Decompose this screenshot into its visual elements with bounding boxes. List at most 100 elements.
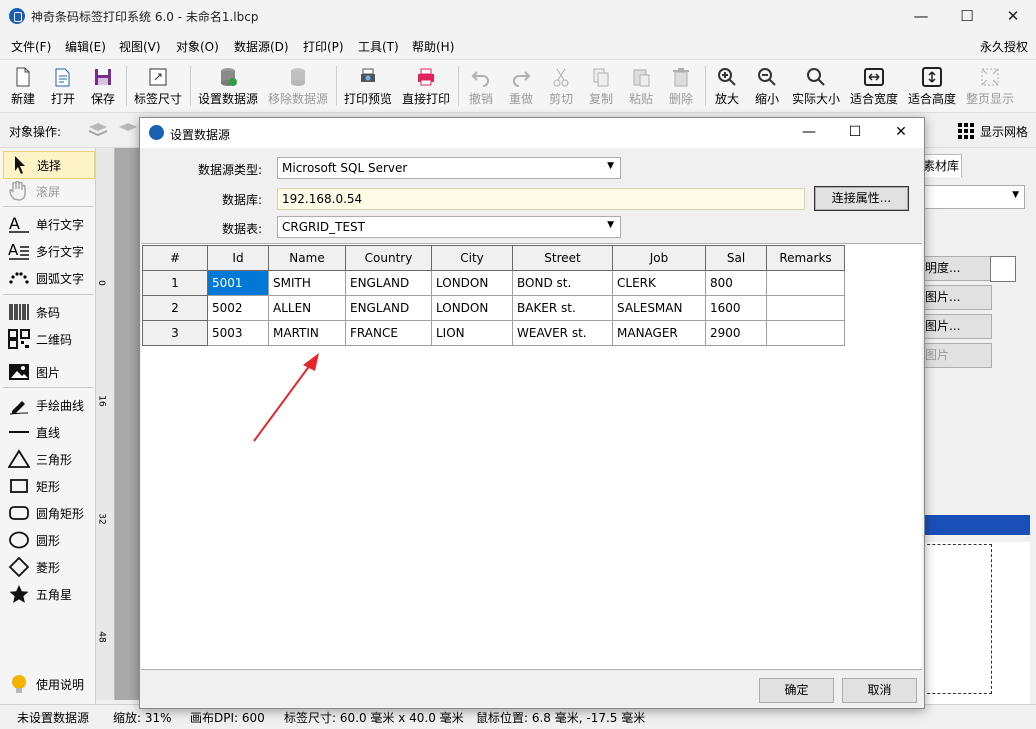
table-cell[interactable]: [766, 270, 845, 296]
table-cell[interactable]: FRANCE: [345, 320, 432, 346]
menu-help[interactable]: 帮助(H): [412, 38, 454, 55]
fit-height-button[interactable]: 适合高度: [905, 64, 959, 110]
tool-qrcode[interactable]: 二维码: [3, 326, 93, 352]
menu-print[interactable]: 打印(P): [303, 38, 344, 55]
menu-tools[interactable]: 工具(T): [358, 38, 399, 55]
tool-line[interactable]: 直线: [3, 419, 93, 445]
copy-button[interactable]: 复制: [584, 64, 618, 110]
row-number[interactable]: 2: [142, 295, 208, 321]
column-header[interactable]: Remarks: [766, 245, 845, 271]
table-cell[interactable]: 5001: [207, 270, 269, 296]
table-cell[interactable]: BAKER st.: [512, 295, 613, 321]
delete-button[interactable]: 删除: [664, 64, 698, 110]
menu-edit[interactable]: 编辑(E): [65, 38, 106, 55]
tool-star[interactable]: 五角星: [3, 581, 93, 607]
table-cell[interactable]: 5003: [207, 320, 269, 346]
table-cell[interactable]: ALLEN: [268, 295, 346, 321]
table-cell[interactable]: 5002: [207, 295, 269, 321]
redo-button[interactable]: 重做: [504, 64, 538, 110]
tool-rectangle[interactable]: 矩形: [3, 473, 93, 499]
table-cell[interactable]: [766, 320, 845, 346]
right-combo[interactable]: ▼: [922, 185, 1025, 209]
maximize-button[interactable]: ☐: [944, 0, 990, 33]
column-header[interactable]: #: [142, 245, 208, 271]
table-cell[interactable]: LONDON: [431, 270, 513, 296]
image-button-3[interactable]: 图片: [922, 343, 992, 368]
actual-size-button[interactable]: 实际大小: [789, 64, 843, 110]
table-row[interactable]: 1 5001 SMITH ENGLAND LONDON BOND st. CLE…: [142, 270, 845, 296]
color-swatch[interactable]: [990, 256, 1016, 282]
table-row[interactable]: 2 5002 ALLEN ENGLAND LONDON BAKER st. SA…: [142, 295, 845, 321]
column-header[interactable]: Name: [268, 245, 346, 271]
table-cell[interactable]: LION: [431, 320, 513, 346]
table-cell[interactable]: LONDON: [431, 295, 513, 321]
tool-single-text[interactable]: A 单行文字: [3, 211, 93, 237]
tool-scroll[interactable]: 滚屏: [3, 178, 93, 204]
table-cell[interactable]: MANAGER: [612, 320, 706, 346]
tool-arc-text[interactable]: 圆弧文字: [3, 265, 93, 291]
design-canvas[interactable]: [115, 148, 140, 700]
column-header[interactable]: Sal: [705, 245, 767, 271]
image-button-2[interactable]: 图片...: [922, 314, 992, 339]
minimize-button[interactable]: —: [898, 0, 944, 33]
tool-circle[interactable]: 圆形: [3, 527, 93, 553]
table-cell[interactable]: ENGLAND: [345, 295, 432, 321]
tool-freehand[interactable]: 手绘曲线: [3, 392, 93, 418]
ok-button[interactable]: 确定: [759, 678, 834, 703]
fit-page-button[interactable]: 整页显示: [963, 64, 1017, 110]
menu-view[interactable]: 视图(V): [119, 38, 161, 55]
database-field[interactable]: 192.168.0.54: [277, 188, 805, 210]
table-cell[interactable]: [766, 295, 845, 321]
cancel-button[interactable]: 取消: [842, 678, 917, 703]
column-header[interactable]: City: [431, 245, 513, 271]
table-cell[interactable]: SMITH: [268, 270, 346, 296]
license-link[interactable]: 永久授权: [980, 38, 1028, 55]
table-cell[interactable]: SALESMAN: [612, 295, 706, 321]
cut-button[interactable]: 剪切: [544, 64, 578, 110]
tool-multi-text[interactable]: A 多行文字: [3, 238, 93, 264]
table-cell[interactable]: WEAVER st.: [512, 320, 613, 346]
table-cell[interactable]: 1600: [705, 295, 767, 321]
table-row[interactable]: 3 5003 MARTIN FRANCE LION WEAVER st. MAN…: [142, 320, 845, 346]
save-button[interactable]: 保存: [88, 64, 118, 110]
layers-icon[interactable]: [117, 120, 139, 140]
dialog-maximize-button[interactable]: ☐: [832, 118, 878, 148]
zoom-out-button[interactable]: 缩小: [751, 64, 783, 110]
table-cell[interactable]: 2900: [705, 320, 767, 346]
table-cell[interactable]: CLERK: [612, 270, 706, 296]
tool-triangle[interactable]: 三角形: [3, 446, 93, 472]
show-grid-toggle[interactable]: 显示网格: [980, 123, 1028, 140]
table-cell[interactable]: 800: [705, 270, 767, 296]
fit-width-button[interactable]: 适合宽度: [847, 64, 901, 110]
table-cell[interactable]: BOND st.: [512, 270, 613, 296]
menu-object[interactable]: 对象(O): [176, 38, 219, 55]
connect-properties-button[interactable]: 连接属性...: [814, 186, 909, 211]
column-header[interactable]: Street: [512, 245, 613, 271]
paste-button[interactable]: 粘贴: [624, 64, 658, 110]
table-select[interactable]: CRGRID_TEST ▼: [277, 216, 621, 238]
zoom-in-button[interactable]: 放大: [711, 64, 743, 110]
column-header[interactable]: Id: [207, 245, 269, 271]
table-cell[interactable]: ENGLAND: [345, 270, 432, 296]
menu-file[interactable]: 文件(F): [11, 38, 51, 55]
label-size-button[interactable]: 标签尺寸: [132, 64, 184, 110]
print-preview-button[interactable]: 打印预览: [342, 64, 394, 110]
material-tab[interactable]: 素材库: [922, 154, 962, 177]
set-datasource-button[interactable]: 设置数据源: [196, 64, 260, 110]
layers-icon[interactable]: [87, 120, 109, 140]
column-header[interactable]: Job: [612, 245, 706, 271]
menu-datasource[interactable]: 数据源(D): [234, 38, 289, 55]
open-button[interactable]: 打开: [48, 64, 78, 110]
column-header[interactable]: Country: [345, 245, 432, 271]
new-button[interactable]: 新建: [8, 64, 38, 110]
source-type-select[interactable]: Microsoft SQL Server ▼: [277, 157, 621, 179]
remove-datasource-button[interactable]: 移除数据源: [266, 64, 330, 110]
transparency-button[interactable]: 明度...: [922, 256, 992, 281]
dialog-minimize-button[interactable]: —: [786, 118, 832, 148]
row-number[interactable]: 1: [142, 270, 208, 296]
table-cell[interactable]: MARTIN: [268, 320, 346, 346]
tool-rounded-rect[interactable]: 圆角矩形: [3, 500, 93, 526]
tool-diamond[interactable]: 菱形: [3, 554, 93, 580]
row-number[interactable]: 3: [142, 320, 208, 346]
help-button[interactable]: 使用说明: [3, 671, 93, 697]
